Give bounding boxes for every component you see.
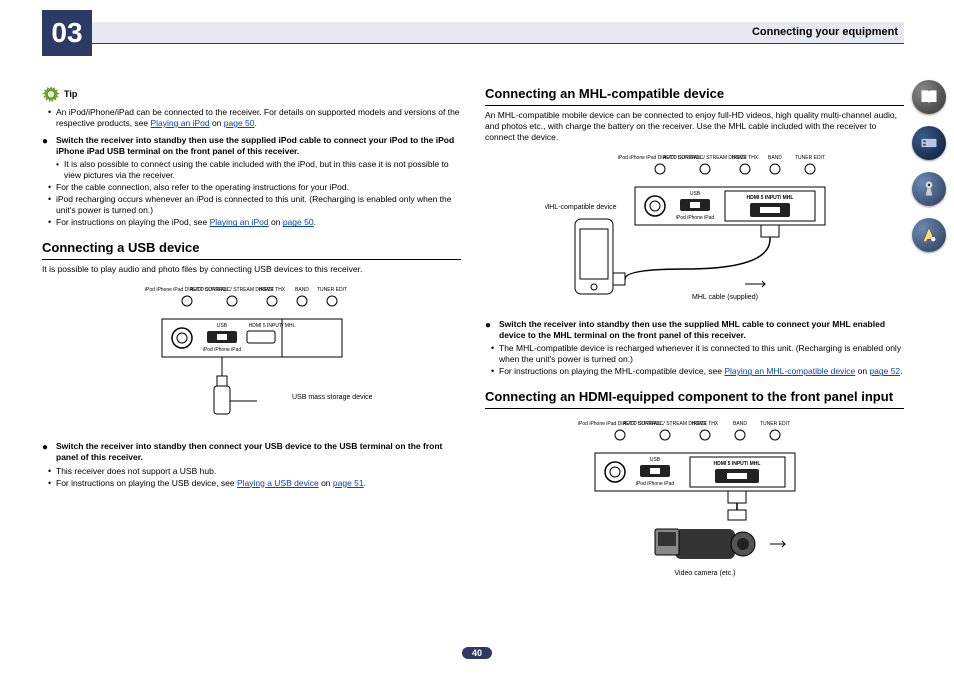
link-page-50-a[interactable]: page 50 (224, 118, 255, 128)
svg-text:HOME THX: HOME THX (258, 287, 285, 293)
svg-text:MHL-compatible device: MHL-compatible device (545, 204, 617, 211)
svg-text:HDMI 5 INPUT/ MHL: HDMI 5 INPUT/ MHL (248, 323, 295, 329)
ipod-bullet-3: iPod recharging occurs whenever an iPod … (48, 194, 461, 216)
usb-intro: It is possible to play audio and photo f… (42, 264, 461, 275)
usb-heading: Connecting a USB device (42, 240, 461, 260)
ipod-bullet-2: For the cable connection, also refer to … (48, 182, 461, 193)
amplifier-icon[interactable] (912, 126, 946, 160)
link-page-51[interactable]: page 51 (333, 478, 364, 488)
svg-text:HDMI 5 INPUT/ MHL: HDMI 5 INPUT/ MHL (713, 461, 760, 467)
link-playing-usb[interactable]: Playing a USB device (237, 478, 319, 488)
svg-text:MHL cable (supplied): MHL cable (supplied) (692, 294, 758, 301)
ipod-bullet-4: For instructions on playing the iPod, se… (48, 217, 461, 228)
mhl-diagram: iPod iPhone iPad DIRECT CONTROL AUTO SUR… (485, 149, 904, 309)
jack-icon[interactable] (912, 172, 946, 206)
svg-text:BAND: BAND (295, 287, 309, 293)
link-playing-ipod-2[interactable]: Playing an iPod (210, 217, 269, 227)
svg-text:iPod iPhone iPad: iPod iPhone iPad (635, 481, 674, 487)
svg-text:TUNER EDIT: TUNER EDIT (317, 287, 347, 293)
usb-bullet-2: For instructions on playing the USB devi… (48, 478, 461, 489)
svg-text:USB mass storage device: USB mass storage device (292, 394, 372, 401)
svg-text:USB: USB (689, 191, 700, 197)
mhl-heading: Connecting an MHL-compatible device (485, 86, 904, 106)
ipod-lead: Switch the receiver into standby then us… (42, 135, 461, 157)
svg-text:TUNER EDIT: TUNER EDIT (795, 155, 825, 161)
hdmi-diagram: iPod iPhone iPad DIRECT CONTROL AUTO SUR… (485, 415, 904, 580)
left-column: Tip An iPod/iPhone/iPad can be connected… (42, 66, 461, 635)
mhl-bullet-1: The MHL-compatible device is recharged w… (491, 343, 904, 365)
letter-a-icon[interactable] (912, 218, 946, 252)
svg-text:iPod iPhone iPad: iPod iPhone iPad (202, 347, 241, 353)
svg-text:HDMI 5 INPUT/ MHL: HDMI 5 INPUT/ MHL (746, 195, 793, 201)
tip-label: Tip (64, 89, 77, 101)
link-page-52[interactable]: page 52 (869, 366, 900, 376)
svg-text:BAND: BAND (768, 155, 782, 161)
hdmi-heading: Connecting an HDMI-equipped component to… (485, 389, 904, 409)
mhl-lead: Switch the receiver into standby then us… (485, 319, 904, 341)
svg-text:TUNER EDIT: TUNER EDIT (760, 421, 790, 427)
book-icon[interactable] (912, 80, 946, 114)
usb-lead: Switch the receiver into standby then co… (42, 441, 461, 463)
tip-bullet-1: An iPod/iPhone/iPad can be connected to … (48, 107, 461, 129)
usb-bullet-1: This receiver does not support a USB hub… (48, 466, 461, 477)
svg-text:Video camera (etc.): Video camera (etc.) (674, 570, 735, 577)
usb-diagram: iPod iPhone iPad DIRECT CONTROL AUTO SUR… (42, 281, 461, 431)
link-playing-ipod-1[interactable]: Playing an iPod (151, 118, 210, 128)
page-number: 40 (462, 647, 492, 659)
tip-icon (42, 86, 60, 104)
svg-text:iPod iPhone iPad: iPod iPhone iPad (675, 215, 714, 221)
header-title: Connecting your equipment (752, 26, 898, 38)
chapter-number: 03 (42, 10, 92, 56)
svg-text:USB: USB (649, 457, 660, 463)
svg-text:HOME THX: HOME THX (731, 155, 758, 161)
header-bar: Connecting your equipment (42, 22, 904, 44)
svg-text:BAND: BAND (733, 421, 747, 427)
link-page-50-b[interactable]: page 50 (283, 217, 314, 227)
side-icon-rail (912, 80, 946, 252)
link-playing-mhl[interactable]: Playing an MHL-compatible device (724, 366, 855, 376)
right-column: Connecting an MHL-compatible device An M… (485, 66, 904, 635)
svg-text:HOME THX: HOME THX (691, 421, 718, 427)
mhl-intro: An MHL-compatible mobile device can be c… (485, 110, 904, 143)
mhl-bullet-2: For instructions on playing the MHL-comp… (491, 366, 904, 377)
svg-text:USB: USB (216, 323, 227, 329)
ipod-sub-1: It is also possible to connect using the… (56, 159, 461, 181)
